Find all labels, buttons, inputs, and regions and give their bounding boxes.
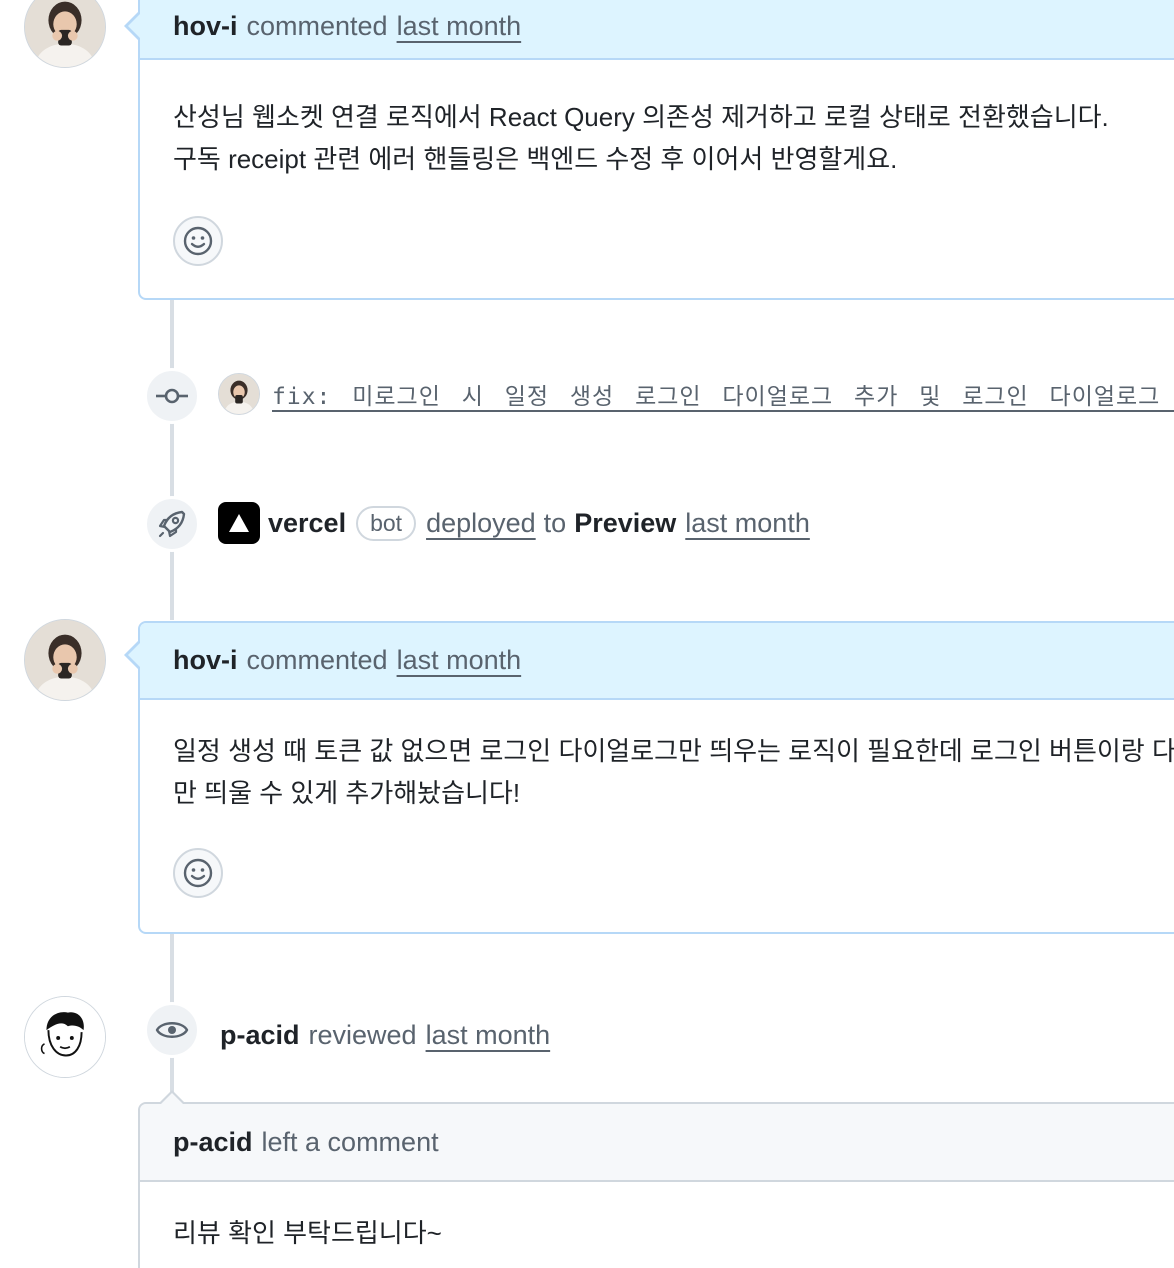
author-avatar-hov-i[interactable] [24, 619, 106, 701]
comment-header: hov-i commented last month [140, 0, 1174, 60]
deploy-badge [144, 496, 200, 552]
comment-line: 산성님 웹소켓 연결 로직에서 React Query 의존성 제거하고 로컬 … [173, 102, 1109, 132]
review-comment-author[interactable]: p-acid [173, 1127, 253, 1158]
review-comment-header: p-acid left a comment [140, 1104, 1174, 1182]
comment-line: 일정 생성 때 토큰 값 없으면 로그인 다이얼로그만 띄우는 로직이 필요한데… [173, 736, 1174, 766]
deployed-link[interactable]: deployed [426, 508, 536, 539]
deploy-actor[interactable]: vercel [268, 508, 346, 539]
comment-timestamp[interactable]: last month [397, 11, 522, 42]
comment-line: 리뷰 확인 부탁드립니다~ [173, 1218, 442, 1248]
comment-action: commented [246, 645, 388, 675]
review-event: p-acid reviewed last month [220, 1012, 550, 1058]
comment-body: 일정 생성 때 토큰 값 없으면 로그인 다이얼로그만 띄우는 로직이 필요한데… [140, 700, 1174, 814]
comment-timestamp[interactable]: last month [397, 645, 522, 676]
comment-author[interactable]: hov-i [173, 11, 238, 42]
avatar-photo [219, 374, 259, 414]
rocket-icon [158, 510, 186, 538]
deploy-timestamp[interactable]: last month [685, 508, 810, 539]
comment-body: 산성님 웹소켓 연결 로직에서 React Query 의존성 제거하고 로컬 … [140, 60, 1174, 180]
smiley-icon [183, 858, 213, 888]
commit-event: fix: 미로그인 시 일정 생성 로그인 다이얼로그 추가 및 로그인 다이얼… [218, 371, 1174, 417]
vercel-logo-icon[interactable] [218, 502, 260, 544]
review-comment-action: left a comment [261, 1126, 439, 1157]
review-timestamp[interactable]: last month [426, 1020, 551, 1051]
timeline-line [170, 300, 174, 620]
review-comment-card: p-acid left a comment 리뷰 확인 부탁드립니다~ [138, 1102, 1174, 1268]
commit-badge [144, 368, 200, 424]
smiley-icon [183, 226, 213, 256]
commit-message-link[interactable]: fix: 미로그인 시 일정 생성 로그인 다이얼로그 추가 및 로그인 다이얼… [272, 377, 1174, 411]
comment-author[interactable]: hov-i [173, 645, 238, 676]
add-reaction-button[interactable] [173, 216, 223, 266]
comment-header: hov-i commented last month [140, 623, 1174, 700]
deploy-event: vercel bot deployed to Preview last mont… [218, 500, 810, 546]
avatar-illustration [25, 997, 105, 1077]
add-reaction-button[interactable] [173, 848, 223, 898]
comment-card: hov-i commented last month 산성님 웹소켓 연결 로직… [124, 0, 1174, 300]
comment-card: hov-i commented last month 일정 생성 때 토큰 값 … [124, 621, 1174, 934]
author-avatar-hov-i[interactable] [24, 0, 106, 68]
comment-line: 구독 receipt 관련 에러 핸들링은 백엔드 수정 후 이어서 반영할게요… [173, 144, 898, 174]
deploy-to-word: to [543, 507, 567, 538]
bot-badge: bot [356, 505, 417, 541]
comment-line: 만 띄울 수 있게 추가해놨습니다! [173, 778, 521, 808]
deploy-environment: Preview [574, 507, 677, 538]
avatar-photo [25, 0, 105, 67]
comment-action: commented [246, 10, 388, 41]
git-commit-icon [156, 388, 188, 404]
avatar-photo [25, 620, 105, 700]
pr-timeline: hov-i commented last month 산성님 웹소켓 연결 로직… [0, 0, 1174, 1268]
commit-author-avatar[interactable] [218, 373, 260, 415]
review-comment-body: 리뷰 확인 부탁드립니다~ [140, 1182, 1174, 1254]
eye-icon [155, 1022, 189, 1038]
review-action: reviewed [308, 1019, 417, 1050]
author-avatar-p-acid[interactable] [24, 996, 106, 1078]
review-badge [144, 1002, 200, 1058]
review-author[interactable]: p-acid [220, 1020, 300, 1051]
